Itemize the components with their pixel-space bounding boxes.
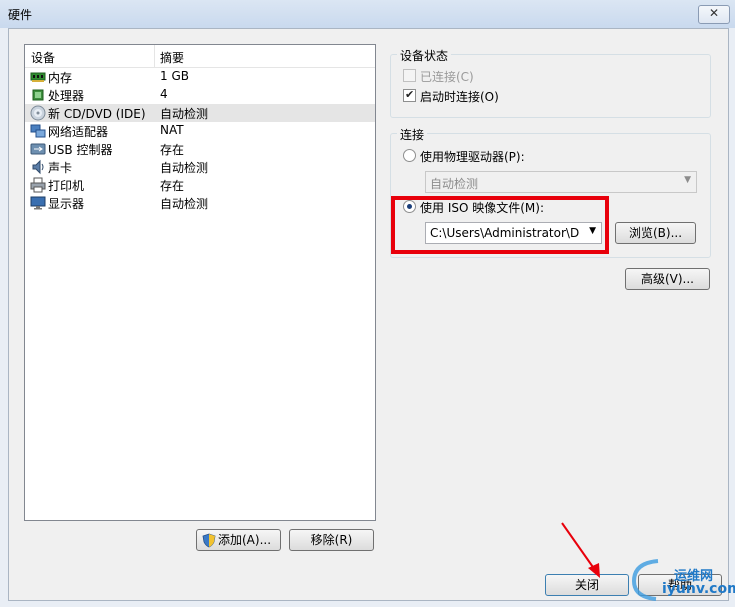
device-name: 新 CD/DVD (IDE) (48, 107, 146, 121)
column-header-device[interactable]: 设备 (31, 49, 55, 66)
watermark-line-2: iyunv.com (662, 581, 735, 597)
device-row[interactable]: 处理器 4 (25, 86, 375, 104)
remove-device-button[interactable]: 移除(R) (289, 529, 374, 551)
device-summary: 自动检测 (160, 161, 209, 175)
device-list-header: 设备 摘要 (25, 45, 375, 68)
annotation-highlight-box (391, 196, 609, 254)
device-list[interactable]: 设备 摘要 内存 1 GB 处理器 4 新 CD/DVD (IDE) 自动检测 网络适配器 N… (24, 44, 376, 521)
device-name: 处理器 (48, 89, 85, 103)
connection-title: 连接 (397, 126, 428, 143)
device-row[interactable]: 显示器 自动检测 (25, 194, 375, 212)
physical-drive-label: 使用物理驱动器(P): (420, 150, 525, 164)
connected-checkbox[interactable] (403, 69, 416, 82)
physical-drive-select[interactable]: 自动检测 ▼ (425, 171, 697, 193)
shield-icon (202, 533, 216, 548)
device-summary: 自动检测 (160, 197, 209, 211)
printer-icon (30, 177, 46, 193)
connected-label: 已连接(C) (420, 70, 474, 84)
advanced-button[interactable]: 高级(V)... (625, 268, 710, 290)
device-name: 显示器 (48, 197, 85, 211)
device-row[interactable]: 打印机 存在 (25, 176, 375, 194)
device-summary: 4 (160, 87, 168, 101)
physical-drive-radio[interactable] (403, 149, 416, 162)
device-row[interactable]: USB 控制器 存在 (25, 140, 375, 158)
device-summary: 存在 (160, 179, 185, 193)
device-status-group: 设备状态 (390, 47, 711, 118)
add-device-label: 添加(A)... (218, 533, 272, 547)
connect-at-power-on-checkbox[interactable] (403, 88, 416, 102)
column-header-summary[interactable]: 摘要 (160, 49, 184, 66)
window-title: 硬件 (8, 8, 33, 22)
annotation-arrow-icon (561, 522, 600, 578)
device-name: 内存 (48, 71, 73, 85)
network-adapter-icon (30, 123, 46, 139)
browse-button[interactable]: 浏览(B)... (615, 222, 696, 244)
device-list-rows: 内存 1 GB 处理器 4 新 CD/DVD (IDE) 自动检测 网络适配器 NAT USB … (25, 68, 375, 212)
window-close-button[interactable]: ✕ (698, 5, 730, 24)
cd-dvd-icon (30, 105, 46, 121)
device-name: 声卡 (48, 161, 73, 175)
processor-icon (30, 87, 46, 103)
device-summary: 1 GB (160, 69, 189, 83)
display-icon (30, 195, 46, 211)
device-status-title: 设备状态 (397, 47, 452, 64)
device-summary: NAT (160, 123, 184, 137)
usb-icon (30, 141, 46, 157)
device-summary: 存在 (160, 143, 185, 157)
watermark-logo: 运维网 iyunv.com (628, 555, 735, 603)
chevron-down-icon: ▼ (684, 175, 691, 185)
device-row[interactable]: 内存 1 GB (25, 68, 375, 86)
device-row[interactable]: 新 CD/DVD (IDE) 自动检测 (25, 104, 375, 122)
physical-drive-select-value: 自动检测 (430, 177, 479, 191)
memory-icon (30, 69, 46, 85)
add-device-button[interactable]: 添加(A)... (196, 529, 281, 551)
watermark-swoosh-icon (631, 559, 659, 601)
device-name: 打印机 (48, 179, 85, 193)
device-row[interactable]: 网络适配器 NAT (25, 122, 375, 140)
device-name: USB 控制器 (48, 143, 113, 157)
device-name: 网络适配器 (48, 125, 109, 139)
column-separator[interactable] (154, 45, 155, 67)
title-bar: 硬件 ✕ (0, 0, 735, 28)
connect-at-power-on-label: 启动时连接(O) (420, 90, 499, 104)
sound-card-icon (30, 159, 46, 175)
device-summary: 自动检测 (160, 107, 209, 121)
device-row[interactable]: 声卡 自动检测 (25, 158, 375, 176)
